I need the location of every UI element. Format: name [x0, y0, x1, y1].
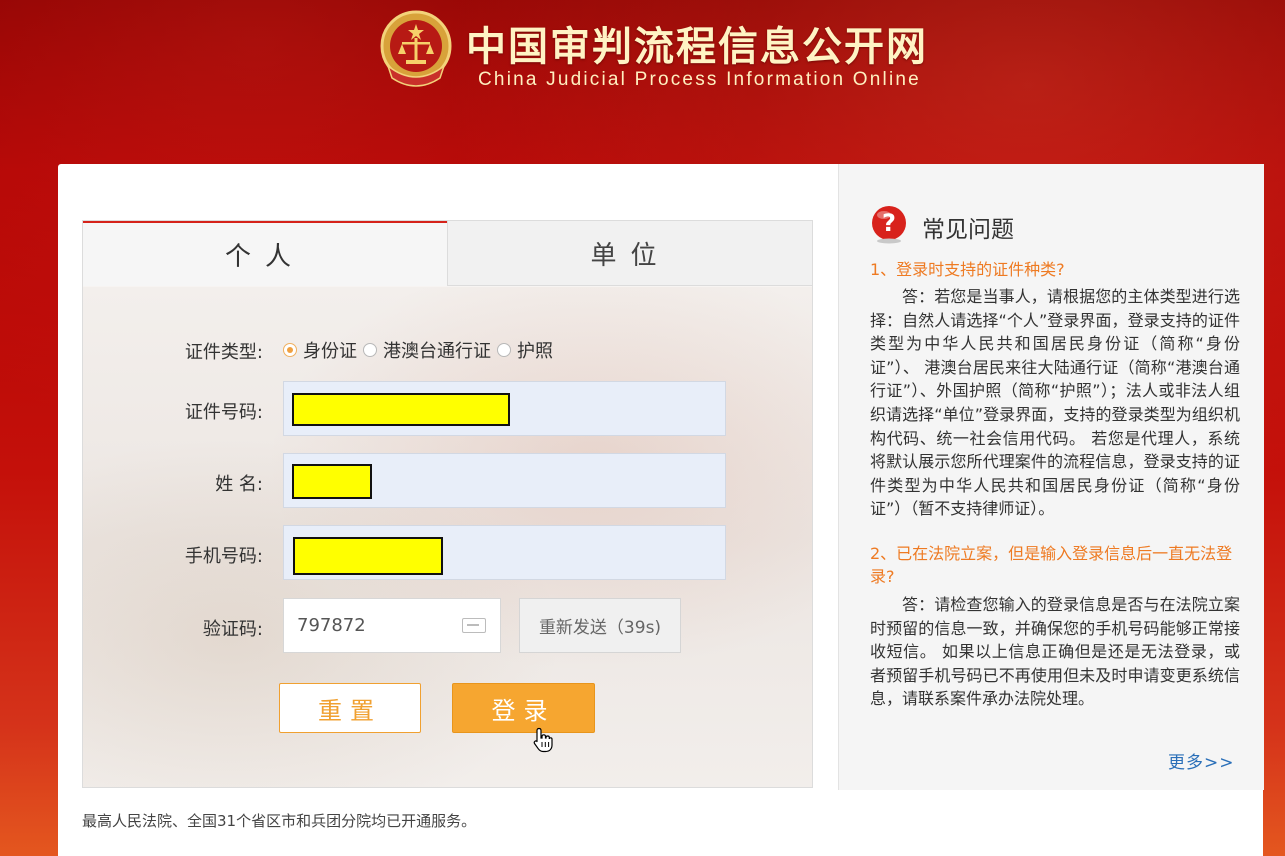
radio-hk-macau-taiwan-pass-label[interactable]: 港澳台通行证 [383, 337, 491, 363]
name-label: 姓 名: [215, 474, 263, 495]
question-mark-icon: ? [872, 206, 906, 244]
site-title-cn: 中国审判流程信息公开网 [466, 24, 928, 70]
verification-code-value: 797872 [297, 615, 366, 636]
faq-question-2[interactable]: 2、已在法院立案，但是输入登录信息后一直无法登录? [870, 542, 1240, 588]
faq-more-link[interactable]: 更多>> [1168, 748, 1235, 773]
faq-title: 常见问题 [922, 217, 1014, 243]
radio-id-card[interactable] [283, 343, 297, 357]
faq-question-1[interactable]: 1、登录时支持的证件种类? [870, 258, 1240, 281]
redaction-box [292, 393, 510, 426]
resend-code-button[interactable]: 重新发送（39s) [519, 598, 681, 653]
keyboard-icon[interactable] [462, 618, 486, 633]
tab-unit[interactable]: 单位 [447, 221, 812, 286]
radio-id-card-label[interactable]: 身份证 [303, 337, 357, 363]
reset-button[interactable]: 重置 [279, 683, 421, 733]
tab-person[interactable]: 个人 [83, 221, 447, 286]
phone-label: 手机号码: [184, 546, 263, 567]
court-emblem-icon [380, 10, 452, 87]
redaction-box [293, 537, 443, 575]
code-label: 验证码: [202, 619, 263, 640]
id-number-label: 证件号码: [184, 402, 263, 423]
login-button[interactable]: 登录 [452, 683, 595, 733]
verification-code-input[interactable]: 797872 [283, 598, 501, 653]
hand-cursor-icon [533, 727, 553, 753]
radio-hk-macau-taiwan-pass[interactable] [363, 343, 377, 357]
id-type-label: 证件类型: [184, 342, 263, 363]
id-number-input[interactable] [283, 381, 726, 436]
radio-passport[interactable] [497, 343, 511, 357]
radio-passport-label[interactable]: 护照 [517, 337, 553, 363]
service-note: 最高人民法院、全国31个省区市和兵团分院均已开通服务。 [82, 812, 477, 830]
name-input[interactable] [283, 453, 726, 508]
svg-text:?: ? [882, 209, 896, 237]
faq-answer-2: 答：请检查您输入的登录信息是否与在法院立案时预留的信息一致，并确保您的手机号码能… [870, 595, 1240, 709]
phone-input[interactable] [283, 525, 726, 580]
site-title-en: China Judicial Process Information Onlin… [478, 69, 921, 90]
id-type-radio-group: 身份证 港澳台通行证 护照 [283, 338, 559, 362]
site-header: 中国审判流程信息公开网 China Judicial Process Infor… [378, 6, 958, 102]
redaction-box [292, 464, 372, 499]
faq-answer-1: 答：若您是当事人，请根据您的主体类型进行选择：自然人请选择“个人”登录界面，登录… [870, 287, 1240, 519]
